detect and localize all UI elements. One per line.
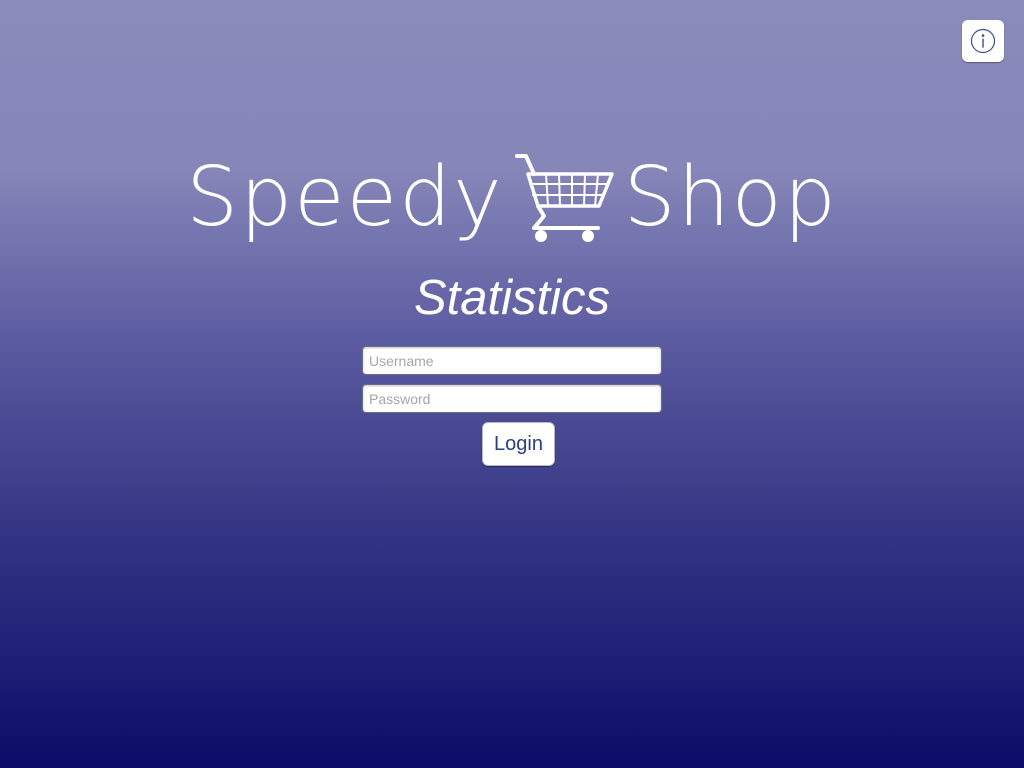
password-input[interactable] [362, 384, 662, 413]
page-subtitle: Statistics [413, 271, 611, 325]
shopping-cart-icon [514, 154, 614, 242]
info-icon [970, 28, 996, 54]
info-button[interactable] [962, 20, 1004, 62]
username-input[interactable] [362, 346, 662, 375]
app-logo: Speedy Shop [0, 148, 1024, 248]
logo-word-speedy: Speedy [186, 150, 504, 245]
login-button[interactable]: Login [482, 422, 555, 466]
logo-word-shop: Shop [623, 150, 838, 245]
